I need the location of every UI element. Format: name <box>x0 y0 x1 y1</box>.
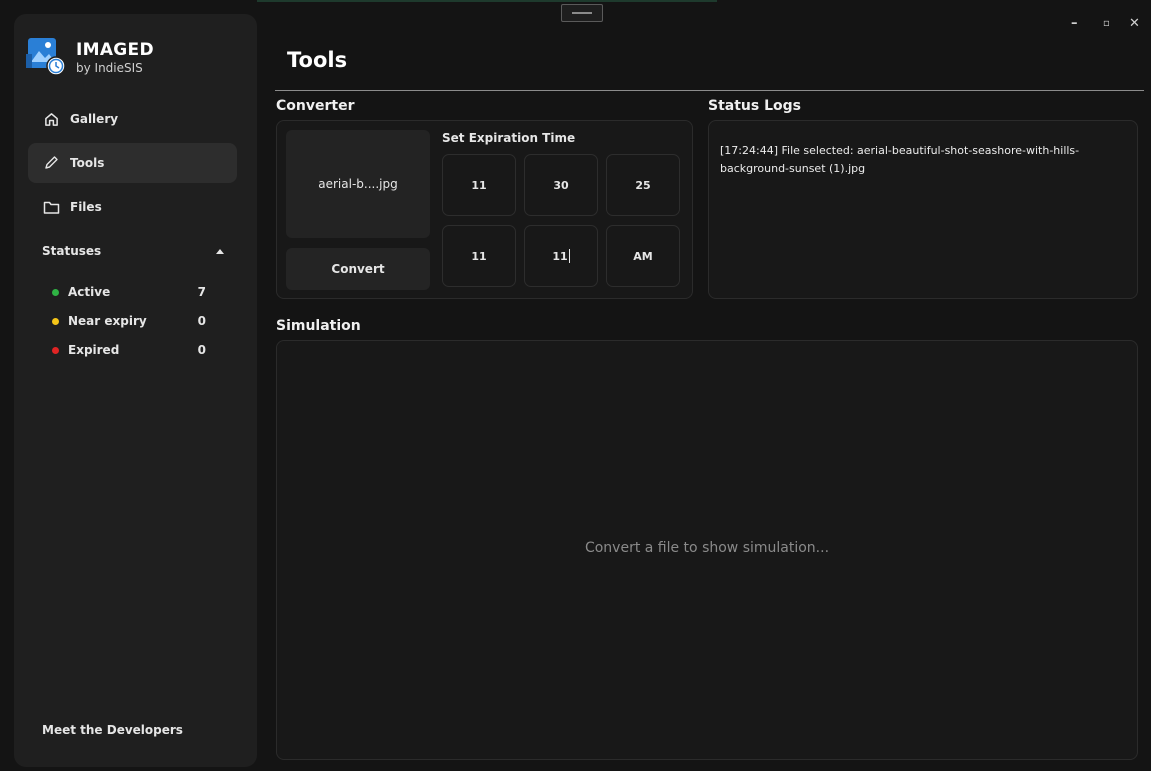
nav-item-gallery[interactable]: Gallery <box>28 99 237 139</box>
status-label: Active <box>68 285 111 299</box>
statuses-toggle[interactable]: Statuses <box>42 244 224 258</box>
sidebar: IMAGED by IndieSIS Gallery Tools Files S… <box>14 14 257 767</box>
status-logs-label: Status Logs <box>708 98 801 114</box>
status-item-expired[interactable]: Expired 0 <box>52 343 206 357</box>
selected-file-box[interactable]: aerial-b....jpg <box>286 130 430 238</box>
nav-item-tools[interactable]: Tools <box>28 143 237 183</box>
status-label: Near expiry <box>68 314 147 328</box>
statuses-header-label: Statuses <box>42 244 102 258</box>
field-value: 11 <box>552 249 568 263</box>
field-value: 11 <box>471 249 487 263</box>
folder-icon <box>42 198 60 216</box>
title-divider <box>275 90 1144 91</box>
nav-item-files[interactable]: Files <box>28 187 237 227</box>
expiry-hours-field[interactable]: 11 <box>442 154 516 216</box>
app-logo-icon <box>26 36 66 78</box>
nav-item-label: Files <box>70 200 102 214</box>
status-count: 0 <box>197 343 206 357</box>
expiry-minute-field[interactable]: 11 <box>524 225 598 287</box>
selected-file-name: aerial-b....jpg <box>318 177 398 191</box>
caret-up-icon <box>216 248 224 254</box>
nav-item-label: Gallery <box>70 112 119 126</box>
expiry-minutes-field[interactable]: 30 <box>524 154 598 216</box>
status-item-near-expiry[interactable]: Near expiry 0 <box>52 314 206 328</box>
app-byline: by IndieSIS <box>76 60 143 75</box>
window-drag-handle[interactable] <box>561 4 603 22</box>
am-pm-field[interactable]: AM <box>606 225 680 287</box>
field-value: AM <box>633 249 653 263</box>
field-value: 11 <box>471 178 487 192</box>
home-icon <box>42 110 60 128</box>
yellow-dot-icon <box>52 317 59 325</box>
maximize-button[interactable]: ▫ <box>1103 18 1110 29</box>
status-label: Expired <box>68 343 120 357</box>
status-item-active[interactable]: Active 7 <box>52 285 206 299</box>
green-dot-icon <box>52 288 59 296</box>
page-title: Tools <box>287 48 348 72</box>
expiry-seconds-field[interactable]: 25 <box>606 154 680 216</box>
converter-label: Converter <box>276 98 355 114</box>
red-dot-icon <box>52 346 59 354</box>
convert-button[interactable]: Convert <box>286 248 430 290</box>
field-value: 25 <box>635 178 651 192</box>
log-entry: [17:24:44] File selected: aerial-beautif… <box>720 144 1080 175</box>
expiration-label: Set Expiration Time <box>442 131 576 145</box>
status-count: 0 <box>197 314 206 328</box>
field-value: 30 <box>553 178 569 192</box>
status-count: 7 <box>197 285 206 299</box>
nav-item-label: Tools <box>70 156 105 170</box>
top-accent-line <box>257 0 717 2</box>
minimize-button[interactable]: – <box>1071 16 1078 31</box>
brand: IMAGED by IndieSIS <box>26 36 154 78</box>
expiry-hour-field[interactable]: 11 <box>442 225 516 287</box>
app-name: IMAGED <box>76 39 154 60</box>
pencil-icon <box>42 154 60 172</box>
simulation-label: Simulation <box>276 318 361 334</box>
close-button[interactable]: ✕ <box>1129 16 1140 31</box>
meet-developers-link[interactable]: Meet the Developers <box>42 723 183 737</box>
simulation-placeholder: Convert a file to show simulation... <box>584 540 830 556</box>
text-cursor <box>568 249 570 263</box>
